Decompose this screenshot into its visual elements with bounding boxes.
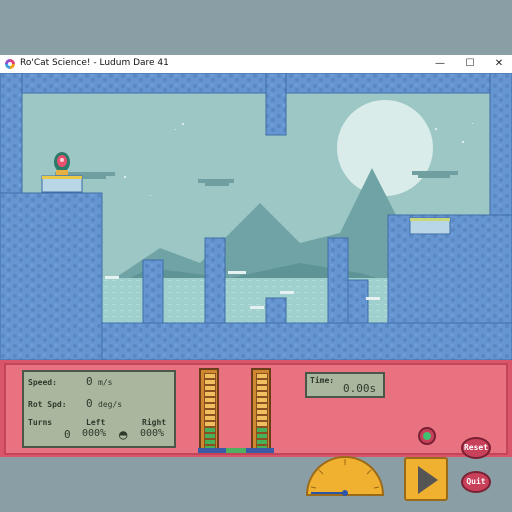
game-viewport[interactable] bbox=[0, 73, 512, 360]
speed-label: Speed: bbox=[28, 378, 57, 387]
reset-button[interactable]: Reset bbox=[461, 437, 491, 459]
time-label: Time: bbox=[310, 376, 335, 385]
right-label: Right bbox=[142, 418, 167, 427]
rot-spd-unit: deg/s bbox=[98, 400, 123, 409]
cat-icon: ◓ bbox=[119, 427, 128, 443]
maximize-button[interactable]: ☐ bbox=[455, 55, 485, 73]
moon bbox=[337, 100, 433, 196]
rocket-cat bbox=[54, 152, 70, 175]
control-panel: Speed: 0 m/s Rot Spd: 0 deg/s Turns 0 Le… bbox=[0, 360, 512, 493]
right-value: 000% bbox=[140, 428, 165, 439]
game-scene bbox=[0, 73, 512, 360]
app-icon bbox=[5, 59, 15, 69]
close-button[interactable]: ✕ bbox=[484, 55, 512, 73]
window-title: Ro'Cat Science! - Ludum Dare 41 bbox=[20, 58, 169, 68]
status-led bbox=[418, 427, 436, 445]
minimize-button[interactable]: — bbox=[425, 55, 455, 73]
time-value: 0.00s bbox=[343, 382, 377, 395]
rot-spd-value: 0 bbox=[86, 397, 93, 410]
meter-base-center bbox=[226, 448, 246, 453]
game-window: Ro'Cat Science! - Ludum Dare 41 — ☐ ✕ Sp… bbox=[0, 55, 512, 501]
left-label: Left bbox=[86, 418, 106, 427]
play-button[interactable] bbox=[404, 457, 448, 501]
quit-button[interactable]: Quit bbox=[461, 471, 491, 493]
turns-value: 0 bbox=[64, 428, 71, 441]
timer-display: Time: 0.00s bbox=[305, 372, 385, 398]
speed-unit: m/s bbox=[98, 378, 113, 387]
left-value: 000% bbox=[82, 428, 107, 439]
left-thrust-meter bbox=[199, 368, 219, 451]
speed-value: 0 bbox=[86, 375, 93, 388]
stats-display: Speed: 0 m/s Rot Spd: 0 deg/s Turns 0 Le… bbox=[22, 370, 176, 448]
title-bar[interactable]: Ro'Cat Science! - Ludum Dare 41 — ☐ ✕ bbox=[0, 55, 512, 74]
right-thrust-meter bbox=[251, 368, 271, 451]
turns-label: Turns bbox=[28, 418, 53, 427]
speed-gauge bbox=[305, 456, 385, 496]
rot-spd-label: Rot Spd: bbox=[28, 400, 67, 409]
